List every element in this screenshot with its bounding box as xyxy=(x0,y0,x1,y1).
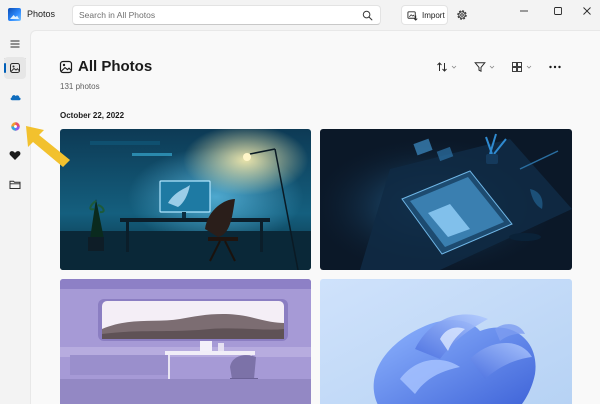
photos-icon xyxy=(59,60,73,74)
close-button[interactable] xyxy=(572,0,600,22)
layout-grid-icon xyxy=(512,62,522,72)
minimize-icon xyxy=(520,10,528,12)
folder-icon xyxy=(9,180,21,189)
annotation-arrow xyxy=(26,126,70,167)
sidebar xyxy=(0,30,30,404)
maximize-button[interactable] xyxy=(543,0,573,22)
menu-toggle-button[interactable] xyxy=(4,33,26,55)
sidebar-item-onedrive[interactable] xyxy=(4,86,26,108)
hamburger-icon xyxy=(10,40,20,48)
main-content: All Photos 131 photos October 22, 2022 xyxy=(30,30,600,404)
filter-icon xyxy=(474,62,486,73)
cloud-icon xyxy=(10,95,21,101)
sidebar-item-all-photos[interactable] xyxy=(4,57,26,79)
more-options-button[interactable] xyxy=(548,59,562,75)
sidebar-item-folders[interactable] xyxy=(4,173,26,195)
search-input[interactable] xyxy=(79,10,349,20)
icloud-icon xyxy=(10,121,20,131)
heart-icon xyxy=(9,150,21,160)
photo-desk-setup-blue[interactable] xyxy=(60,129,311,270)
import-label: Import xyxy=(422,10,445,20)
close-icon xyxy=(583,7,591,15)
date-group-header: October 22, 2022 xyxy=(60,111,125,120)
photos-app-icon xyxy=(8,8,21,21)
photo-lavender-room[interactable] xyxy=(60,279,311,404)
search-box[interactable] xyxy=(72,5,381,25)
chevron-down-icon xyxy=(526,65,532,69)
sidebar-item-favorites[interactable] xyxy=(4,144,26,166)
filter-button[interactable] xyxy=(474,59,495,75)
page-title: All Photos xyxy=(78,58,153,75)
more-icon xyxy=(549,65,561,69)
sort-icon xyxy=(437,62,447,72)
sort-button[interactable] xyxy=(436,59,457,75)
minimize-button[interactable] xyxy=(509,0,539,22)
search-icon[interactable] xyxy=(362,10,373,21)
import-button[interactable]: Import xyxy=(401,5,448,25)
photos-icon xyxy=(10,63,20,73)
title-bar: Photos Import xyxy=(0,0,600,30)
app-title: Photos xyxy=(27,9,56,19)
photo-blue-bloom[interactable] xyxy=(320,279,572,404)
chevron-down-icon xyxy=(451,65,457,69)
photo-count: 131 photos xyxy=(60,82,100,91)
sidebar-item-icloud[interactable] xyxy=(4,115,26,137)
photo-tablet-dark-desk[interactable] xyxy=(320,129,572,270)
gear-icon[interactable] xyxy=(455,8,469,22)
chevron-down-icon xyxy=(489,65,495,69)
view-options-button[interactable] xyxy=(511,59,532,75)
maximize-icon xyxy=(554,7,562,15)
active-indicator xyxy=(4,63,6,73)
import-icon xyxy=(407,10,418,21)
